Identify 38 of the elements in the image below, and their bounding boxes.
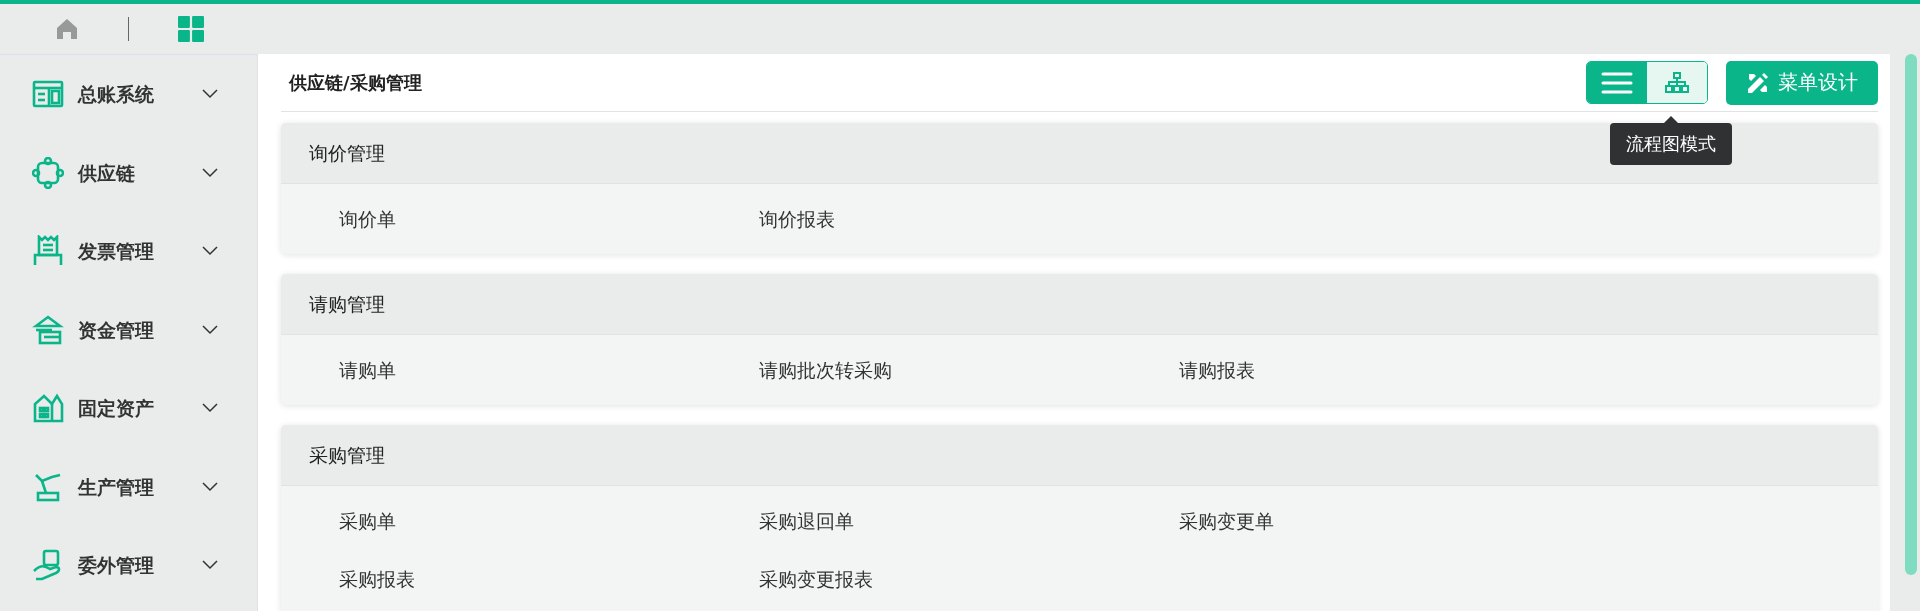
sidebar-item[interactable]: 供应链 bbox=[78, 156, 188, 189]
menu-link[interactable]: 采购变更报表 bbox=[759, 565, 1179, 593]
design-tools-icon bbox=[1746, 70, 1770, 95]
tooltip: 流程图模式 bbox=[1610, 115, 1732, 165]
receipt-icon bbox=[32, 235, 64, 267]
chevron-down-icon[interactable] bbox=[202, 560, 218, 570]
chevron-down-icon[interactable] bbox=[202, 246, 218, 256]
chevron-down-icon[interactable] bbox=[202, 324, 218, 335]
sidebar-item[interactable]: 发票管理 bbox=[78, 235, 188, 267]
breadcrumb: 供应链/采购管理 bbox=[287, 70, 422, 95]
ledger-icon bbox=[32, 78, 64, 110]
sidebar-item[interactable]: 总账系统 bbox=[78, 78, 188, 110]
scrollbar[interactable] bbox=[1905, 54, 1917, 575]
chevron-down-icon[interactable] bbox=[202, 89, 218, 99]
bank-icon bbox=[32, 313, 64, 346]
sidebar-item[interactable]: 资金管理 bbox=[78, 313, 188, 346]
menu-link[interactable]: 采购报表 bbox=[339, 565, 759, 593]
menu-link[interactable]: 请购单 bbox=[339, 356, 759, 384]
menu-icon bbox=[1601, 70, 1633, 95]
menu-link[interactable]: 请购报表 bbox=[1179, 356, 1599, 384]
menu-link[interactable]: 询价单 bbox=[339, 205, 759, 233]
chevron-down-icon[interactable] bbox=[202, 167, 218, 178]
chevron-down-icon[interactable] bbox=[202, 403, 218, 413]
list-view-button[interactable] bbox=[1587, 62, 1647, 103]
chevron-down-icon[interactable] bbox=[202, 481, 218, 492]
hierarchy-icon bbox=[1665, 71, 1689, 94]
sidebar-item[interactable]: 固定资产 bbox=[78, 392, 188, 424]
menu-link[interactable]: 采购退回单 bbox=[759, 507, 1179, 535]
sidebar-item[interactable]: 委外管理 bbox=[78, 549, 188, 581]
network-icon bbox=[32, 156, 64, 189]
building-icon bbox=[32, 392, 64, 424]
sidebar-item[interactable]: 生产管理 bbox=[78, 470, 188, 503]
section-header: 采购管理 bbox=[281, 425, 1878, 486]
menu-link[interactable]: 请购批次转采购 bbox=[759, 356, 1179, 384]
menu-link[interactable]: 采购变更单 bbox=[1179, 507, 1599, 535]
menu-link[interactable]: 询价报表 bbox=[759, 205, 1179, 233]
menu-link[interactable]: 采购单 bbox=[339, 507, 759, 535]
section-header: 请购管理 bbox=[281, 274, 1878, 335]
